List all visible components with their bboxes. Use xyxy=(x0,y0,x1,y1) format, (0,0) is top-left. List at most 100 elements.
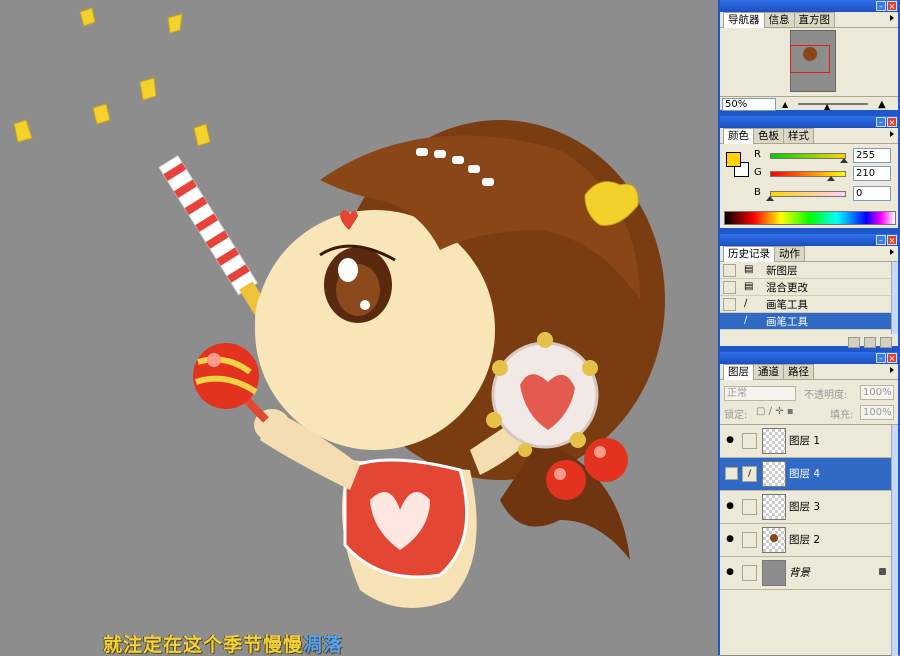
minimize-icon[interactable]: – xyxy=(876,235,886,245)
layer-row[interactable]: ● 图层 1 xyxy=(720,425,892,458)
zoom-in-icon[interactable]: ▲ xyxy=(878,99,886,110)
tab-info[interactable]: 信息 xyxy=(763,12,795,27)
lock-label: 锁定: xyxy=(724,410,748,421)
zoom-out-icon[interactable]: ▲ xyxy=(782,100,788,109)
trash-icon[interactable] xyxy=(880,336,892,348)
r-channel-slider[interactable] xyxy=(770,153,846,159)
layers-scrollbar[interactable] xyxy=(891,425,898,656)
layer-row[interactable]: ● 图层 3 xyxy=(720,491,892,524)
layer-row[interactable]: ● 背景 xyxy=(720,557,892,590)
history-item-label: 新图层 xyxy=(766,265,798,277)
color-spectrum-bar[interactable] xyxy=(724,211,896,225)
b-channel-handle-icon[interactable] xyxy=(766,196,774,201)
foreground-color-swatch[interactable] xyxy=(726,152,741,167)
history-titlebar[interactable]: – × xyxy=(720,234,898,246)
new-document-from-state-icon[interactable] xyxy=(848,336,860,348)
color-panel: – × 颜色 色板 样式 R 255 G 210 B 0 xyxy=(720,116,898,228)
close-icon[interactable]: × xyxy=(887,1,897,11)
lock-image-icon[interactable]: ∕ xyxy=(769,406,772,417)
history-item[interactable]: ▤ 新图层 xyxy=(720,262,892,279)
r-channel-handle-icon[interactable] xyxy=(840,158,848,163)
eye-icon[interactable]: ● xyxy=(725,435,735,445)
close-icon[interactable]: × xyxy=(887,235,897,245)
tab-channels[interactable]: 通道 xyxy=(753,364,784,379)
fill-label: 填充: xyxy=(830,410,854,421)
tab-paths[interactable]: 路径 xyxy=(783,364,814,379)
eye-icon[interactable]: ● xyxy=(725,534,735,544)
panel-menu-arrow-icon[interactable] xyxy=(890,249,894,255)
history-list: ▤ 新图层 ▤ 混合更改 ∕ 画笔工具 ∕ 画笔工具 xyxy=(720,262,898,334)
layer-link-box[interactable] xyxy=(742,565,757,581)
layer-name: 图层 4 xyxy=(789,468,821,480)
layer-row[interactable]: ● 图层 2 xyxy=(720,524,892,557)
g-channel-handle-icon[interactable] xyxy=(826,176,835,181)
b-channel-input[interactable]: 0 xyxy=(853,186,891,201)
history-footer xyxy=(844,335,892,348)
history-scrollbar[interactable] xyxy=(891,262,898,334)
lock-icon xyxy=(879,568,886,575)
layer-name: 图层 3 xyxy=(789,501,821,513)
tab-color[interactable]: 颜色 xyxy=(723,128,754,144)
lock-position-icon[interactable]: ✛ xyxy=(775,406,783,417)
panel-menu-arrow-icon[interactable] xyxy=(890,367,894,373)
color-titlebar[interactable]: – × xyxy=(720,116,898,128)
tab-history[interactable]: 历史记录 xyxy=(723,246,775,262)
document-canvas[interactable]: 就注定在这个季节慢慢凋落 xyxy=(0,0,718,655)
tab-histogram[interactable]: 直方图 xyxy=(793,12,835,27)
zoom-field[interactable]: 50% xyxy=(722,98,776,111)
panel-menu-arrow-icon[interactable] xyxy=(890,15,894,21)
tab-layers[interactable]: 图层 xyxy=(723,364,754,380)
fill-field[interactable]: 100% xyxy=(860,405,894,420)
tab-navigator[interactable]: 导航器 xyxy=(723,12,765,28)
layer-link-box[interactable] xyxy=(742,433,757,449)
close-icon[interactable]: × xyxy=(887,353,897,363)
navigator-titlebar[interactable]: – × xyxy=(720,0,898,12)
hidden-eye-box[interactable] xyxy=(725,467,738,480)
g-channel-input[interactable]: 210 xyxy=(853,166,891,181)
history-source-checkbox[interactable] xyxy=(723,298,736,311)
close-icon[interactable]: × xyxy=(887,117,897,127)
history-item-selected[interactable]: ∕ 画笔工具 xyxy=(720,313,892,330)
brush-icon[interactable]: ∕ xyxy=(742,466,757,482)
color-tabs: 颜色 色板 样式 xyxy=(720,128,898,144)
tab-swatches[interactable]: 色板 xyxy=(753,128,784,143)
layer-link-box[interactable] xyxy=(742,532,757,548)
layer-link-box[interactable] xyxy=(742,499,757,515)
layer-name: 图层 1 xyxy=(789,435,821,447)
layers-titlebar[interactable]: – × xyxy=(720,352,898,364)
minimize-icon[interactable]: – xyxy=(876,117,886,127)
navigator-thumbnail[interactable] xyxy=(790,30,836,92)
new-snapshot-icon[interactable] xyxy=(864,336,876,348)
history-item[interactable]: ▤ 混合更改 xyxy=(720,279,892,296)
tab-actions[interactable]: 动作 xyxy=(774,246,805,261)
zoom-slider-handle-icon[interactable]: ▲ xyxy=(824,102,830,111)
eye-icon[interactable]: ● xyxy=(725,501,735,511)
g-channel-row: G 210 xyxy=(754,166,896,182)
history-source-checkbox[interactable] xyxy=(723,264,736,277)
page-icon: ▤ xyxy=(744,264,754,275)
opacity-label: 不透明度: xyxy=(804,390,848,401)
lock-options: ▢ ∕ ✛ ▪ xyxy=(756,406,794,417)
history-source-checkbox[interactable] xyxy=(723,315,736,328)
history-panel: – × 历史记录 动作 ▤ 新图层 ▤ 混合更改 ∕ 画笔工具 ∕ 画笔工具 xyxy=(720,234,898,348)
lock-all-icon[interactable]: ▪ xyxy=(787,406,794,417)
panel-menu-arrow-icon[interactable] xyxy=(890,131,894,137)
r-channel-input[interactable]: 255 xyxy=(853,148,891,163)
opacity-field[interactable]: 100% xyxy=(860,385,894,400)
b-channel-slider[interactable] xyxy=(770,191,846,197)
history-source-checkbox[interactable] xyxy=(723,281,736,294)
history-item[interactable]: ∕ 画笔工具 xyxy=(720,296,892,313)
eye-icon[interactable]: ● xyxy=(725,567,735,577)
zoom-slider[interactable] xyxy=(798,103,868,105)
lock-transparency-icon[interactable]: ▢ xyxy=(756,406,765,417)
layer-row-selected[interactable]: ∕ 图层 4 xyxy=(720,458,892,491)
blend-mode-select[interactable]: 正常 xyxy=(724,386,796,401)
layer-thumbnail-figure xyxy=(770,534,778,542)
page-icon: ▤ xyxy=(744,281,754,292)
layer-name: 图层 2 xyxy=(789,534,821,546)
minimize-icon[interactable]: – xyxy=(876,353,886,363)
history-item-label: 画笔工具 xyxy=(766,299,808,311)
layer-thumbnail xyxy=(762,560,786,586)
tab-styles[interactable]: 样式 xyxy=(783,128,814,143)
minimize-icon[interactable]: – xyxy=(876,1,886,11)
